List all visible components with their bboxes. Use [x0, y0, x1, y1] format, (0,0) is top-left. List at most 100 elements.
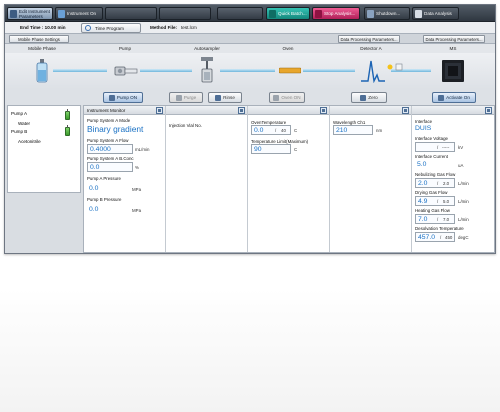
drying-gas-label: Drying Gas Flow [415, 190, 448, 195]
interface-voltage-box: / ----- [415, 142, 455, 152]
pump-on-button[interactable]: Pump ON [103, 92, 143, 103]
pump-bconc-value: 0.0 [90, 164, 100, 171]
pump-flow-value: 0.4000 [90, 146, 111, 153]
end-time-label: End Time : 10.00 min [20, 25, 66, 30]
heating-gas-unit: L/min [458, 217, 469, 222]
solvent-bottle-icon [36, 59, 48, 83]
module-label-ms: MS [449, 46, 457, 51]
drying-gas-box: 4.9 / 5.0 [415, 196, 455, 206]
toolbar-blank-button-2[interactable] [159, 7, 211, 20]
autosampler-monitor-header [166, 106, 247, 115]
pump-flow-unit: mL/min [135, 147, 150, 152]
detector-data-processing-button[interactable]: Data Processing Parameters... [338, 35, 400, 43]
interface-voltage-sep: / [437, 145, 439, 150]
pump-a-pressure-unit: MPa [132, 187, 142, 192]
settings-bar: Mobile Phase Settings Data Processing Pa… [5, 34, 495, 44]
data-analysis-icon [415, 9, 422, 18]
autosampler-monitor-settings-icon[interactable] [238, 107, 245, 114]
heating-gas-box: 7.0 / 7.0 [415, 214, 455, 224]
oven-limit-box: 90 [251, 144, 291, 154]
pump-b-pressure-unit: MPa [132, 208, 142, 213]
detector-monitor-column: Wavelength Ch1 210 nm [330, 106, 412, 252]
ms-data-processing-button[interactable]: Data Processing Parameters... [423, 35, 485, 43]
stop-icon [315, 9, 322, 18]
detector-monitor-header [330, 106, 411, 115]
batch-icon [269, 9, 276, 18]
oven-temp-sep: / [275, 128, 277, 133]
injection-vial-label: Injection Vial No. [169, 123, 202, 128]
zero-button[interactable]: Zero [351, 92, 387, 103]
data-analysis-button[interactable]: Data Analysis [412, 7, 459, 20]
desolvation-temp-value: 457.0 [418, 234, 436, 241]
detector-monitor-settings-icon[interactable] [402, 107, 409, 114]
oven-limit-unit: C [294, 147, 298, 152]
pump-icon [114, 66, 138, 76]
purge-button[interactable]: Purge [169, 92, 203, 103]
instrument-on-button[interactable]: Instrument On [55, 7, 103, 20]
mobile-phase-settings-button[interactable]: Mobile Phase Settings [9, 35, 69, 43]
module-label-pump: Pump [118, 46, 132, 51]
wavelength-unit: nm [376, 128, 383, 133]
heating-gas-set: 7.0 [443, 217, 450, 222]
desolvation-temp-box: 457.0 / 450 [415, 232, 455, 242]
drying-gas-sep: / [437, 199, 439, 204]
shutdown-button[interactable]: Shutdown... [364, 7, 410, 20]
activate-on-label: Activate On [446, 95, 470, 100]
ms-monitor-settings-icon[interactable] [485, 107, 492, 114]
method-info-bar: End Time : 10.00 min Time Program Method… [5, 22, 495, 34]
module-label-detector: Detector A [360, 46, 382, 51]
oven-monitor-column: OvenTemperature 0.0 / 40 C Temperature L… [248, 106, 330, 252]
detector-dpp-label: Data Processing Parameters... [340, 36, 398, 42]
drying-gas-set: 5.0 [443, 199, 450, 204]
toolbar-blank-button-1[interactable] [105, 7, 157, 20]
pump-bconc-label: Pump System A B.Conc [87, 156, 134, 161]
pump-on-label: Pump ON [116, 95, 138, 100]
autosampler-monitor-column: Injection Vial No. [166, 106, 248, 252]
module-labels-row: Mobile Phase Pump Autosampler Oven Detec… [5, 44, 495, 53]
flow-pipe-3 [220, 69, 275, 72]
oven-temp-value: 0.0 [254, 127, 264, 134]
desolvation-temp-unit: degC [458, 235, 469, 240]
oven-monitor-settings-icon[interactable] [320, 107, 327, 114]
interface-voltage-unit: kV [458, 145, 464, 150]
oven-on-button[interactable]: Oven ON [269, 92, 305, 103]
activate-on-button[interactable]: Activate On [432, 92, 476, 103]
detector-chromatogram-icon [361, 60, 385, 83]
solvent-a-name[interactable]: Water [18, 121, 30, 126]
detector-status-icons [387, 63, 403, 71]
pump-b-label: Pump B [11, 129, 28, 134]
drying-gas-unit: L/min [458, 199, 469, 204]
oven-on-icon [273, 94, 280, 101]
shutdown-icon [367, 9, 374, 18]
heating-gas-label: Heating Gas Flow [415, 208, 450, 213]
edit-instrument-label: Edit Instrument Parameters [19, 8, 50, 19]
nebulizing-gas-label: Nebulizing Gas Flow [415, 172, 456, 177]
time-program-button[interactable]: Time Program [81, 23, 141, 33]
drying-gas-value: 4.9 [418, 198, 428, 205]
nebulizing-gas-value: 2.0 [418, 180, 428, 187]
interface-label: Interface [415, 119, 433, 124]
pump-bconc-unit: % [135, 165, 139, 170]
stop-analysis-button[interactable]: Stop Analysis... [312, 7, 360, 20]
nebulizing-gas-unit: L/min [458, 181, 469, 186]
wavelength-box: 210 [333, 125, 373, 135]
quick-batch-label: Quick Batch... [278, 11, 307, 16]
pump-monitor-settings-icon[interactable] [156, 107, 163, 114]
edit-instrument-parameters-button[interactable]: Edit Instrument Parameters [7, 7, 53, 20]
instrument-monitor-panel: Instrument Monitor Pump System A Mode Bi… [83, 105, 495, 253]
activate-on-icon [438, 94, 445, 101]
rinse-label: Rinse [223, 95, 235, 100]
toolbar-blank-button-3[interactable] [217, 7, 263, 20]
quick-batch-button[interactable]: Quick Batch... [266, 7, 310, 20]
solvent-b-bottle-icon [65, 125, 70, 136]
column-oven-icon [279, 67, 301, 74]
pump-mode-value: Binary gradient [87, 124, 144, 134]
pump-on-icon [108, 94, 115, 101]
pump-mode-label: Pump System A Mode [87, 118, 131, 123]
interface-current-unit: uA [458, 163, 464, 168]
method-file-label: Method File: [150, 25, 178, 30]
zero-icon [360, 94, 367, 101]
rinse-button[interactable]: Rinse [208, 92, 242, 103]
solvent-b-name[interactable]: Acetonitrile [18, 139, 41, 144]
instrument-icon [58, 9, 65, 18]
